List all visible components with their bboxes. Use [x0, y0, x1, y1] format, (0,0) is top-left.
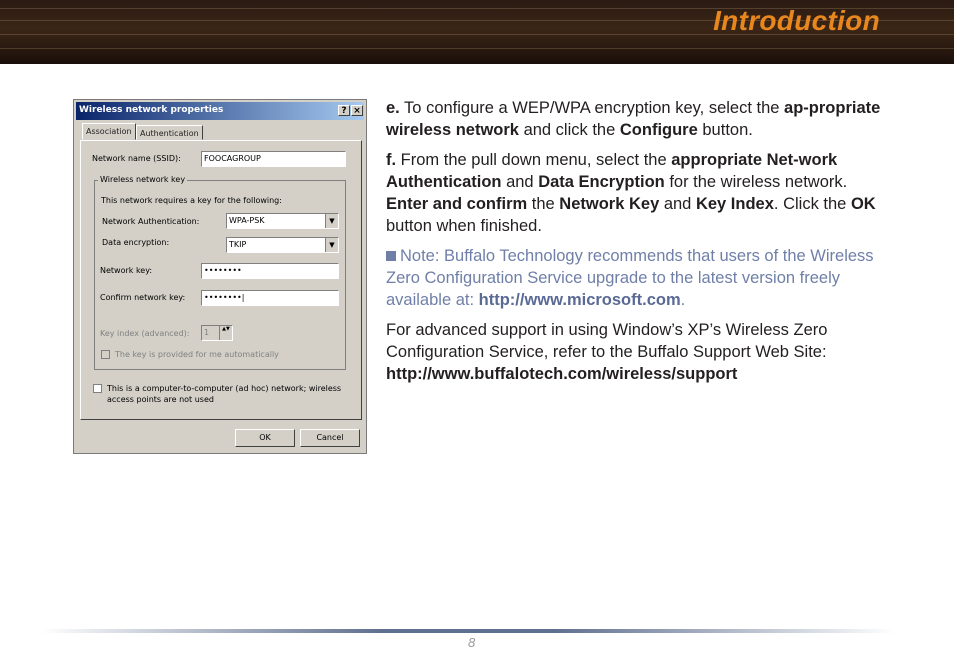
header-stripe: [0, 48, 954, 49]
dialog-title: Wireless network properties: [79, 105, 224, 115]
tab-association[interactable]: Association: [82, 123, 136, 140]
step-f-text: . Click the: [773, 195, 851, 213]
step-f-bold: Network Key: [559, 195, 660, 213]
wireless-properties-dialog: Wireless network properties ? × Associat…: [73, 99, 367, 454]
header-divider: [0, 64, 954, 67]
ok-button[interactable]: OK: [235, 429, 295, 447]
step-f-text: From the pull down menu, select the: [396, 151, 672, 169]
ssid-field[interactable]: FOOCAGROUP: [201, 151, 346, 167]
cancel-button[interactable]: Cancel: [300, 429, 360, 447]
step-f-text: the: [527, 195, 560, 213]
note-end: .: [680, 291, 686, 309]
step-f-bold: Enter and confirm: [386, 195, 528, 213]
encryption-label: Data encryption:: [102, 238, 170, 247]
auth-select[interactable]: WPA-PSK ▼: [226, 213, 339, 229]
confirm-key-field[interactable]: ••••••••|: [201, 290, 339, 306]
adhoc-label-line2: access points are not used: [107, 395, 214, 404]
key-index-label: Key index (advanced):: [100, 329, 190, 338]
adhoc-label-line1: This is a computer-to-computer (ad hoc) …: [107, 384, 342, 393]
auth-label: Network Authentication:: [102, 217, 200, 226]
step-e-text: and click the: [518, 121, 620, 139]
network-key-label: Network key:: [100, 266, 153, 275]
step-e-letter: e.: [386, 99, 400, 117]
step-f: f. From the pull down menu, select the a…: [386, 149, 886, 237]
step-e: e. To configure a WEP/WPA encryption key…: [386, 97, 886, 141]
auto-key-label: The key is provided for me automatically: [115, 350, 279, 359]
auto-key-checkbox[interactable]: [101, 350, 110, 359]
tab-authentication[interactable]: Authentication: [136, 125, 203, 140]
instructions: e. To configure a WEP/WPA encryption key…: [386, 97, 886, 393]
help-button[interactable]: ?: [338, 105, 350, 116]
step-f-text: and: [659, 195, 696, 213]
encryption-select[interactable]: TKIP ▼: [226, 237, 339, 253]
step-f-bold: Data Encryption: [538, 173, 665, 191]
key-index-spinner[interactable]: 1 ▲▼: [201, 325, 233, 341]
chevron-down-icon[interactable]: ▼: [325, 214, 338, 228]
step-f-bold: OK: [850, 195, 876, 213]
step-f-letter: f.: [386, 151, 397, 169]
group-label: Wireless network key: [98, 175, 188, 184]
note-bullet-icon: [386, 251, 396, 261]
step-e-bold: Configure: [619, 121, 698, 139]
step-e-text: button.: [697, 121, 753, 139]
support-text: For advanced support in using Window’s X…: [386, 321, 828, 361]
page-title: Introduction: [713, 5, 880, 36]
close-button[interactable]: ×: [351, 105, 363, 116]
page-header: Introduction: [0, 0, 954, 64]
key-index-value: 1: [204, 328, 210, 337]
spinner-arrows-icon[interactable]: ▲▼: [219, 326, 232, 340]
encryption-value: TKIP: [229, 240, 247, 249]
footer-divider: [40, 629, 896, 633]
microsoft-link[interactable]: http://www.microsoft.com: [479, 291, 681, 309]
network-key-field[interactable]: ••••••••: [201, 263, 339, 279]
dialog-titlebar: Wireless network properties ? ×: [76, 102, 364, 120]
step-f-text: and: [501, 173, 539, 191]
auth-value: WPA-PSK: [229, 216, 265, 225]
step-f-text: button when finished.: [386, 217, 542, 235]
page-number: 8: [468, 635, 476, 650]
confirm-key-label: Confirm network key:: [100, 293, 186, 302]
group-description: This network requires a key for the foll…: [101, 196, 282, 205]
support-paragraph: For advanced support in using Window’s X…: [386, 319, 886, 385]
step-f-bold: Key Index: [695, 195, 774, 213]
ssid-label: Network name (SSID):: [92, 154, 181, 163]
step-f-text: for the wireless network.: [664, 173, 848, 191]
adhoc-checkbox[interactable]: [93, 384, 102, 393]
support-link[interactable]: http://www.buffalotech.com/wireless/supp…: [386, 365, 737, 383]
chevron-down-icon[interactable]: ▼: [325, 238, 338, 252]
note: Note: Buffalo Technology recommends that…: [386, 245, 886, 311]
step-e-text: To configure a WEP/WPA encryption key, s…: [399, 99, 785, 117]
